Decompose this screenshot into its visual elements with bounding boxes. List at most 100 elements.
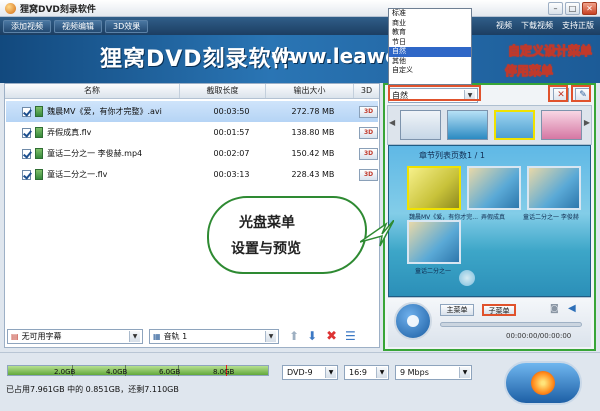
file-name: 童话二分之一 李俊赫.mp4 bbox=[47, 149, 143, 158]
video-file-icon bbox=[35, 127, 44, 138]
file-duration: 00:03:50 bbox=[213, 107, 250, 116]
bubble-icon bbox=[459, 270, 475, 286]
nav-link-download[interactable]: 下载视频 bbox=[521, 20, 553, 31]
col-name[interactable]: 名称 bbox=[5, 84, 180, 98]
row-checkbox[interactable] bbox=[22, 127, 32, 138]
callout-line-2: 设置与预览 bbox=[231, 241, 301, 257]
callout-bubble: 光盘菜单 设置与预览 bbox=[207, 196, 367, 274]
file-size: 150.42 MB bbox=[291, 149, 335, 158]
audio-track-select[interactable]: ▦ 音轨 1 ▼ bbox=[149, 328, 279, 344]
volume-icon[interactable]: ◀ bbox=[568, 303, 576, 314]
menu-preview: 章节列表页数1 / 1 魏晨MV《爱，有你才完... 弄假成真 童话二分之一 李… bbox=[388, 145, 591, 297]
tab-edit-video[interactable]: 视频编辑 bbox=[54, 19, 102, 33]
preview-player: 主菜单 子菜单 ◙ ◀ 00:00:00/00:00:00 bbox=[388, 297, 591, 347]
main-menu-button[interactable]: 主菜单 bbox=[440, 304, 474, 316]
col-3d[interactable]: 3D bbox=[354, 84, 379, 98]
file-duration: 00:03:13 bbox=[213, 170, 250, 179]
list-options-icon[interactable]: ☰ bbox=[345, 329, 356, 343]
table-row[interactable]: 童话二分之一.flv 00:03:13 228.43 MB 3D bbox=[6, 164, 378, 185]
callout-line-1: 光盘菜单 bbox=[239, 215, 295, 231]
chapter-thumb[interactable] bbox=[467, 166, 521, 210]
row-checkbox[interactable] bbox=[22, 148, 32, 159]
burn-button[interactable] bbox=[504, 361, 582, 405]
table-row[interactable]: 魏晨MV《爱，有你才完整》.avi 00:03:50 272.78 MB 3D bbox=[6, 101, 378, 122]
tick-label: 8.0GB bbox=[213, 368, 235, 376]
3d-toggle-icon[interactable]: 3D bbox=[359, 105, 378, 118]
table-row[interactable]: 弄假成真.flv 00:01:57 138.80 MB 3D bbox=[6, 122, 378, 143]
close-button[interactable]: ✕ bbox=[582, 2, 597, 15]
chapter-thumb[interactable] bbox=[407, 220, 461, 264]
nav-link-video[interactable]: 视频 bbox=[496, 20, 512, 31]
tab-add-video[interactable]: 添加视频 bbox=[3, 19, 51, 33]
table-row[interactable]: 童话二分之一 李俊赫.mp4 00:02:07 150.42 MB 3D bbox=[6, 143, 378, 164]
chevron-down-icon: ▼ bbox=[265, 330, 276, 342]
strip-left-arrow[interactable]: ◀ bbox=[389, 118, 395, 127]
video-file-icon bbox=[35, 169, 44, 180]
dropdown-option[interactable]: 自定义 bbox=[389, 66, 471, 76]
maximize-button[interactable]: □ bbox=[565, 2, 580, 15]
template-thumb[interactable] bbox=[400, 110, 441, 140]
row-checkbox[interactable] bbox=[22, 106, 32, 117]
col-size[interactable]: 输出大小 bbox=[266, 84, 354, 98]
chapter-thumb[interactable] bbox=[407, 166, 461, 210]
annotation-disable-menu: 停用菜单 bbox=[504, 64, 554, 79]
audio-icon: ▦ bbox=[153, 331, 161, 341]
dropdown-option[interactable]: 教育 bbox=[389, 28, 471, 38]
camera-icon[interactable]: ◙ bbox=[550, 304, 559, 314]
file-size: 272.78 MB bbox=[291, 107, 335, 116]
video-file-icon bbox=[35, 106, 44, 117]
template-thumb-selected[interactable] bbox=[494, 110, 535, 140]
move-up-icon[interactable]: ⬆ bbox=[289, 329, 299, 343]
table-header: 名称 截取长度 输出大小 3D bbox=[5, 84, 379, 99]
chapter-thumb[interactable] bbox=[527, 166, 581, 210]
move-down-icon[interactable]: ⬇ bbox=[307, 329, 317, 343]
sub-menu-button[interactable]: 子菜单 bbox=[482, 304, 516, 316]
list-toolbar: ▤ 无可用字幕 ▼ ▦ 音轨 1 ▼ ⬆ ⬇ ✖ ☰ bbox=[4, 326, 380, 346]
row-checkbox[interactable] bbox=[22, 169, 32, 180]
chevron-down-icon: ▼ bbox=[325, 367, 336, 378]
app-icon bbox=[5, 2, 16, 14]
3d-toggle-icon[interactable]: 3D bbox=[359, 126, 378, 139]
disc-type-select[interactable]: DVD-9 ▼ bbox=[282, 365, 338, 380]
menu-panel: 自然 ▼ ✕ ✎ ◀ ▶ 章节列表页数1 / 1 魏晨MV《爱，有你才完... … bbox=[383, 83, 596, 351]
subtitle-select[interactable]: ▤ 无可用字幕 ▼ bbox=[7, 328, 143, 344]
arrow-shape bbox=[360, 220, 394, 247]
file-size: 138.80 MB bbox=[291, 128, 335, 137]
brand-text: 狸窝DVD刻录软件 bbox=[100, 47, 295, 72]
col-duration[interactable]: 截取长度 bbox=[180, 84, 266, 98]
template-thumb[interactable] bbox=[541, 110, 582, 140]
seek-bar[interactable] bbox=[440, 322, 582, 327]
window-title: 狸窝DVD刻录软件 bbox=[20, 4, 96, 15]
file-name: 弄假成真.flv bbox=[47, 128, 92, 137]
disc-type-value: DVD-9 bbox=[287, 368, 313, 377]
chapter-caption: 弄假成真 bbox=[481, 214, 506, 221]
bitrate-select[interactable]: 9 Mbps ▼ bbox=[395, 365, 472, 380]
chevron-down-icon: ▼ bbox=[376, 367, 387, 378]
3d-toggle-icon[interactable]: 3D bbox=[359, 168, 378, 181]
audio-track-value: 音轨 1 bbox=[163, 331, 188, 341]
dropdown-option[interactable]: 商业 bbox=[389, 19, 471, 29]
3d-toggle-icon[interactable]: 3D bbox=[359, 147, 378, 160]
dropdown-option[interactable]: 标准 bbox=[389, 9, 471, 19]
nav-link-support[interactable]: 支持正版 bbox=[562, 20, 594, 31]
video-file-icon bbox=[35, 148, 44, 159]
dropdown-option[interactable]: 其他 bbox=[389, 57, 471, 67]
time-display: 00:00:00/00:00:00 bbox=[506, 332, 572, 340]
strip-right-arrow[interactable]: ▶ bbox=[584, 118, 590, 127]
navigation-pad-icon[interactable] bbox=[394, 302, 432, 340]
dropdown-option-selected[interactable]: 自然 bbox=[389, 47, 471, 57]
template-thumb[interactable] bbox=[447, 110, 488, 140]
status-bar: 2.0GB 4.0GB 6.0GB 8.0GB 已占用7.961GB 中的 0.… bbox=[0, 352, 600, 411]
delete-icon[interactable]: ✖ bbox=[326, 329, 337, 344]
highlight-box bbox=[388, 85, 481, 101]
dropdown-option[interactable]: 节日 bbox=[389, 38, 471, 48]
callout-arrow bbox=[360, 220, 394, 247]
file-size: 228.43 MB bbox=[291, 170, 335, 179]
highlight-box bbox=[548, 85, 568, 102]
chapter-caption: 童话二分之一 李俊赫 bbox=[523, 214, 579, 221]
bitrate-value: 9 Mbps bbox=[400, 368, 429, 377]
minimize-button[interactable]: – bbox=[548, 2, 563, 15]
aspect-select[interactable]: 16:9 ▼ bbox=[344, 365, 389, 380]
tab-3d-effect[interactable]: 3D效果 bbox=[105, 19, 149, 33]
aspect-value: 16:9 bbox=[349, 368, 367, 377]
